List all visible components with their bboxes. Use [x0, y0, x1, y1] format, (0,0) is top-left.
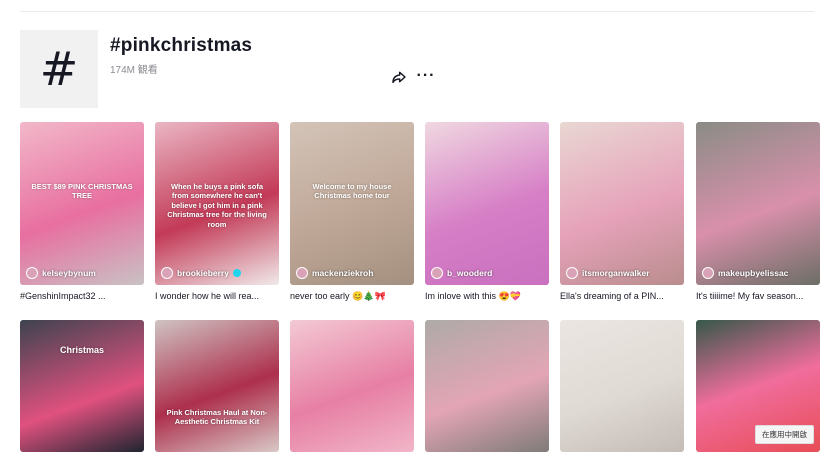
avatar: [566, 267, 578, 279]
avatar: [296, 267, 308, 279]
video-caption[interactable]: #GenshinImpact32 ...: [20, 291, 144, 301]
avatar: [702, 267, 714, 279]
video-card[interactable]: BEST $89 PINK CHRISTMAS TREE kelseybynum…: [20, 122, 144, 301]
username: itsmorganwalker: [582, 268, 650, 278]
video-thumbnail[interactable]: [290, 320, 414, 452]
avatar: [26, 267, 38, 279]
creator-tag[interactable]: itsmorganwalker: [566, 267, 650, 279]
overlay-text: When he buys a pink sofa from somewhere …: [167, 182, 267, 229]
avatar: [431, 267, 443, 279]
video-card[interactable]: itsmorganwalker Ella's dreaming of a PIN…: [560, 122, 684, 301]
video-thumbnail[interactable]: 在應用中開啟: [696, 320, 820, 452]
more-options-icon[interactable]: ···: [415, 67, 437, 85]
username: makeupbyelissac: [718, 268, 789, 278]
hashtag-header: # #pinkchristmas 174M 観看 ···: [20, 30, 434, 110]
video-caption[interactable]: Ella's dreaming of a PIN...: [560, 291, 684, 301]
username: b_wooderd: [447, 268, 493, 278]
creator-tag[interactable]: mackenziekroh: [296, 267, 373, 279]
overlay-text: BEST $89 PINK CHRISTMAS TREE: [31, 182, 133, 201]
video-caption[interactable]: I wonder how he will rea...: [155, 291, 279, 301]
video-card[interactable]: b_wooderd Im inlove with this 😍💝: [425, 122, 549, 302]
creator-tag[interactable]: kelseybynum: [26, 267, 96, 279]
video-caption[interactable]: Im inlove with this 😍💝: [425, 291, 549, 302]
video-card[interactable]: [290, 320, 414, 452]
video-thumbnail[interactable]: b_wooderd: [425, 122, 549, 285]
open-in-app-button[interactable]: 在應用中開啟: [755, 425, 814, 444]
video-card[interactable]: [560, 320, 684, 452]
overlay-text: Welcome to my house Christmas home tour: [312, 182, 392, 201]
video-card[interactable]: makeupbyelissac It's tiiiime! My fav sea…: [696, 122, 820, 301]
video-thumbnail[interactable]: Christmas: [20, 320, 144, 452]
username: mackenziekroh: [312, 268, 374, 278]
video-thumbnail[interactable]: BEST $89 PINK CHRISTMAS TREE kelseybynum: [20, 122, 144, 285]
hashtag-title: #pinkchristmas: [110, 35, 253, 56]
username: brookieberry: [177, 268, 229, 278]
video-caption[interactable]: It's tiiiime! My fav season...: [696, 291, 820, 301]
video-card[interactable]: Welcome to my house Christmas home tour …: [290, 122, 414, 302]
video-thumbnail[interactable]: [425, 320, 549, 452]
video-card[interactable]: Pink Christmas Haul at Non-Aesthetic Chr…: [155, 320, 279, 452]
video-thumbnail[interactable]: Welcome to my house Christmas home tour …: [290, 122, 414, 285]
top-divider: [20, 11, 814, 12]
overlay-text: Christmas: [59, 345, 104, 355]
hashtag-icon: #: [20, 30, 98, 108]
creator-tag[interactable]: brookieberry: [161, 267, 241, 279]
share-icon[interactable]: [390, 68, 408, 86]
video-thumbnail[interactable]: itsmorganwalker: [560, 122, 684, 285]
video-card[interactable]: [425, 320, 549, 452]
creator-tag[interactable]: b_wooderd: [431, 267, 492, 279]
creator-tag[interactable]: makeupbyelissac: [702, 267, 788, 279]
view-count: 174M 観看: [110, 65, 158, 76]
video-card[interactable]: When he buys a pink sofa from somewhere …: [155, 122, 279, 301]
video-thumbnail[interactable]: When he buys a pink sofa from somewhere …: [155, 122, 279, 285]
overlay-text: Pink Christmas Haul at Non-Aesthetic Chr…: [166, 408, 268, 427]
video-thumbnail[interactable]: makeupbyelissac: [696, 122, 820, 285]
video-thumbnail[interactable]: [560, 320, 684, 452]
video-caption[interactable]: never too early 😊🎄🎀: [290, 291, 414, 302]
video-thumbnail[interactable]: Pink Christmas Haul at Non-Aesthetic Chr…: [155, 320, 279, 452]
username: kelseybynum: [42, 268, 96, 278]
video-card[interactable]: Christmas: [20, 320, 144, 452]
video-card[interactable]: 在應用中開啟: [696, 320, 820, 452]
verified-icon: [232, 269, 241, 277]
avatar: [161, 267, 173, 279]
